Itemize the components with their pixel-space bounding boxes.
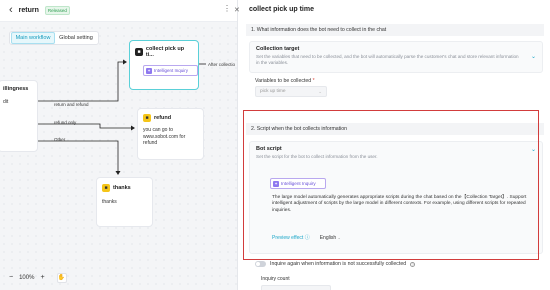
variables-label-text: Variables to be collected	[255, 78, 312, 84]
tab-main-workflow[interactable]: Main workflow	[11, 32, 55, 44]
thanks-node-body: thanks	[102, 199, 117, 205]
collection-target-card: Collection target Set the variables that…	[249, 41, 543, 73]
required-mark: *	[312, 78, 315, 84]
highlight-box	[243, 110, 539, 260]
chevron-left-icon[interactable]: ‹	[9, 5, 13, 16]
edge-return-refund	[38, 61, 126, 102]
edge-label-other: Other	[54, 137, 66, 142]
collect-node-title: collect pick up ti...	[145, 46, 185, 58]
chevron-down-icon: ⌄	[318, 89, 322, 94]
edge-return-refund-arrow	[123, 59, 127, 65]
chat-icon: ■	[143, 114, 151, 122]
status-badge: Released	[44, 6, 70, 15]
ai-icon: ✦	[146, 67, 152, 74]
intent-node[interactable]: illingness dit	[0, 80, 38, 152]
edge-label-after-collection: After collectio	[208, 62, 236, 67]
edge-label-return-refund: return and refund	[54, 102, 89, 107]
edge-refund-only	[38, 123, 134, 129]
refund-node[interactable]: ■ refund you can go to www.sobot.com for…	[137, 108, 204, 160]
inquire-again-toggle[interactable]	[255, 261, 266, 267]
zoom-out-button[interactable]: −	[9, 274, 13, 281]
workflow-tab-switch: Main workflow Global setting	[9, 31, 99, 45]
inquiry-count-input[interactable]	[261, 285, 331, 290]
refund-node-title: refund	[154, 115, 172, 121]
edge-refund-only-arrow	[131, 125, 135, 131]
intent-node-title: illingness	[3, 86, 29, 92]
refund-node-body: you can go to www.sobot.com for refund	[143, 127, 186, 146]
zoom-controls: − 100% + ✋	[9, 272, 67, 283]
inquire-again-row: Inquire again when information is not su…	[255, 261, 416, 267]
workflow-title: return	[18, 7, 39, 14]
variables-select-value: pick up time	[260, 89, 286, 94]
kebab-icon[interactable]: ⋮	[223, 5, 231, 13]
collection-target-desc: Set the variables that need to be collec…	[256, 54, 519, 65]
chevron-down-icon[interactable]: ⌄	[531, 53, 536, 60]
edge-other	[38, 140, 119, 174]
workflow-canvas[interactable]: ‹ return Released ⋮ Main workflow Global…	[0, 0, 237, 290]
zoom-in-button[interactable]: +	[40, 274, 44, 281]
question-icon: ?	[410, 261, 416, 267]
panel-title: collect pick up time	[249, 6, 314, 13]
intelligent-inquiry-tag: ✦ Intelligent Inquiry	[143, 65, 198, 76]
thanks-node[interactable]: ■ thanks thanks	[96, 177, 153, 227]
edge-other-arrow	[115, 171, 121, 175]
variables-select[interactable]: pick up time ⌄	[255, 86, 327, 97]
chat-icon: ■	[135, 48, 143, 56]
chat-icon: ■	[102, 184, 110, 192]
tab-global-setting[interactable]: Global setting	[55, 33, 97, 43]
inquire-again-label: Inquire again when information is not su…	[270, 261, 407, 267]
zoom-level: 100%	[19, 274, 35, 281]
edge-label-refund-only: refund only	[54, 120, 77, 125]
intelligent-inquiry-label: Intelligent Inquiry	[154, 68, 189, 73]
inquiry-count-label: Inquiry count	[261, 276, 290, 282]
collection-target-title: Collection target	[256, 46, 300, 52]
workflow-header: ‹ return Released ⋮	[0, 0, 237, 22]
thanks-node-title: thanks	[113, 185, 131, 191]
intent-node-body: dit	[3, 99, 9, 105]
close-icon[interactable]: ✕	[234, 6, 240, 14]
collect-node[interactable]: ■ collect pick up ti... ✦ Intelligent In…	[129, 40, 199, 90]
variables-label: Variables to be collected *	[255, 78, 315, 84]
section-header-1: 1. What information does the bot need to…	[246, 24, 544, 36]
hand-icon[interactable]: ✋	[56, 272, 67, 283]
